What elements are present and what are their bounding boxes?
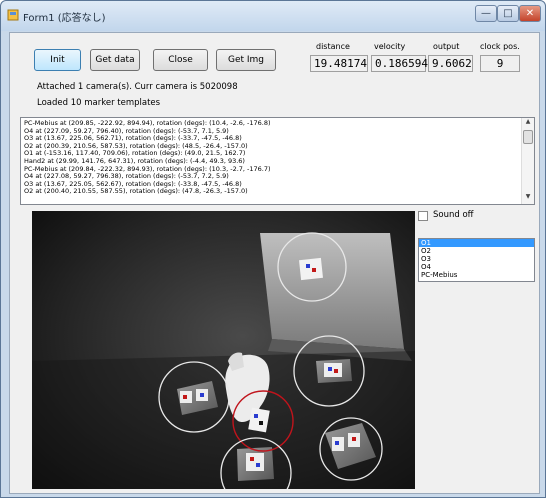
log-line: O2 at (200.40, 210.55, 587.55), rotation… xyxy=(24,187,248,196)
distance-label: distance xyxy=(316,42,350,51)
get-img-button[interactable]: Get Img xyxy=(216,49,276,71)
window-title: Form1 (応答なし) xyxy=(23,13,106,24)
title-bar[interactable]: Form1 (応答なし) — □ ✕ xyxy=(1,1,545,31)
maximize-button[interactable]: □ xyxy=(497,5,519,22)
list-item[interactable]: O4 xyxy=(419,263,534,271)
clock-pos-label: clock pos. xyxy=(480,42,520,51)
marker-tile xyxy=(299,257,323,281)
app-icon xyxy=(7,9,19,21)
camera-image xyxy=(32,211,415,489)
sound-off-label[interactable]: Sound off xyxy=(433,210,474,220)
log-scrollbar[interactable]: ▲ ▼ xyxy=(521,118,534,204)
clock-pos-field[interactable]: 9 xyxy=(480,55,520,72)
distance-field[interactable]: 19.48174 xyxy=(310,55,368,72)
camera-status-text: Attached 1 camera(s). Curr camera is 502… xyxy=(37,82,238,92)
list-item[interactable]: PC-Mebius xyxy=(419,271,534,279)
scroll-thumb[interactable] xyxy=(523,130,533,144)
output-label: output xyxy=(433,42,460,51)
marker-tile xyxy=(316,359,352,383)
scroll-up-icon[interactable]: ▲ xyxy=(522,118,534,129)
templates-status-text: Loaded 10 marker templates xyxy=(37,98,161,108)
close-button[interactable]: Close xyxy=(153,49,208,71)
list-item[interactable]: O2 xyxy=(419,247,534,255)
velocity-label: velocity xyxy=(374,42,406,51)
velocity-field[interactable]: 0.186594 xyxy=(371,55,428,72)
init-button[interactable]: Init xyxy=(34,49,81,71)
output-field[interactable]: 9.6062 xyxy=(428,55,473,72)
app-window: Form1 (応答なし) — □ ✕ Init Get data Close G… xyxy=(0,0,546,498)
camera-view xyxy=(32,211,415,489)
marker-listbox[interactable]: O1 O2 O3 O4 PC-Mebius xyxy=(418,238,535,282)
form-client-area: Init Get data Close Get Img distance 19.… xyxy=(9,32,540,494)
log-lines: PC-Mebius at (209.85, -222.92, 894.94), … xyxy=(24,119,519,196)
log-textbox[interactable]: PC-Mebius at (209.85, -222.92, 894.94), … xyxy=(20,117,535,205)
scroll-down-icon[interactable]: ▼ xyxy=(522,193,534,204)
sound-off-checkbox[interactable] xyxy=(418,211,428,221)
list-item[interactable]: O1 xyxy=(419,239,534,247)
get-data-button[interactable]: Get data xyxy=(90,49,140,71)
list-item[interactable]: O3 xyxy=(419,255,534,263)
marker-tile xyxy=(237,447,274,481)
minimize-button[interactable]: — xyxy=(475,5,497,22)
close-window-button[interactable]: ✕ xyxy=(519,5,541,22)
